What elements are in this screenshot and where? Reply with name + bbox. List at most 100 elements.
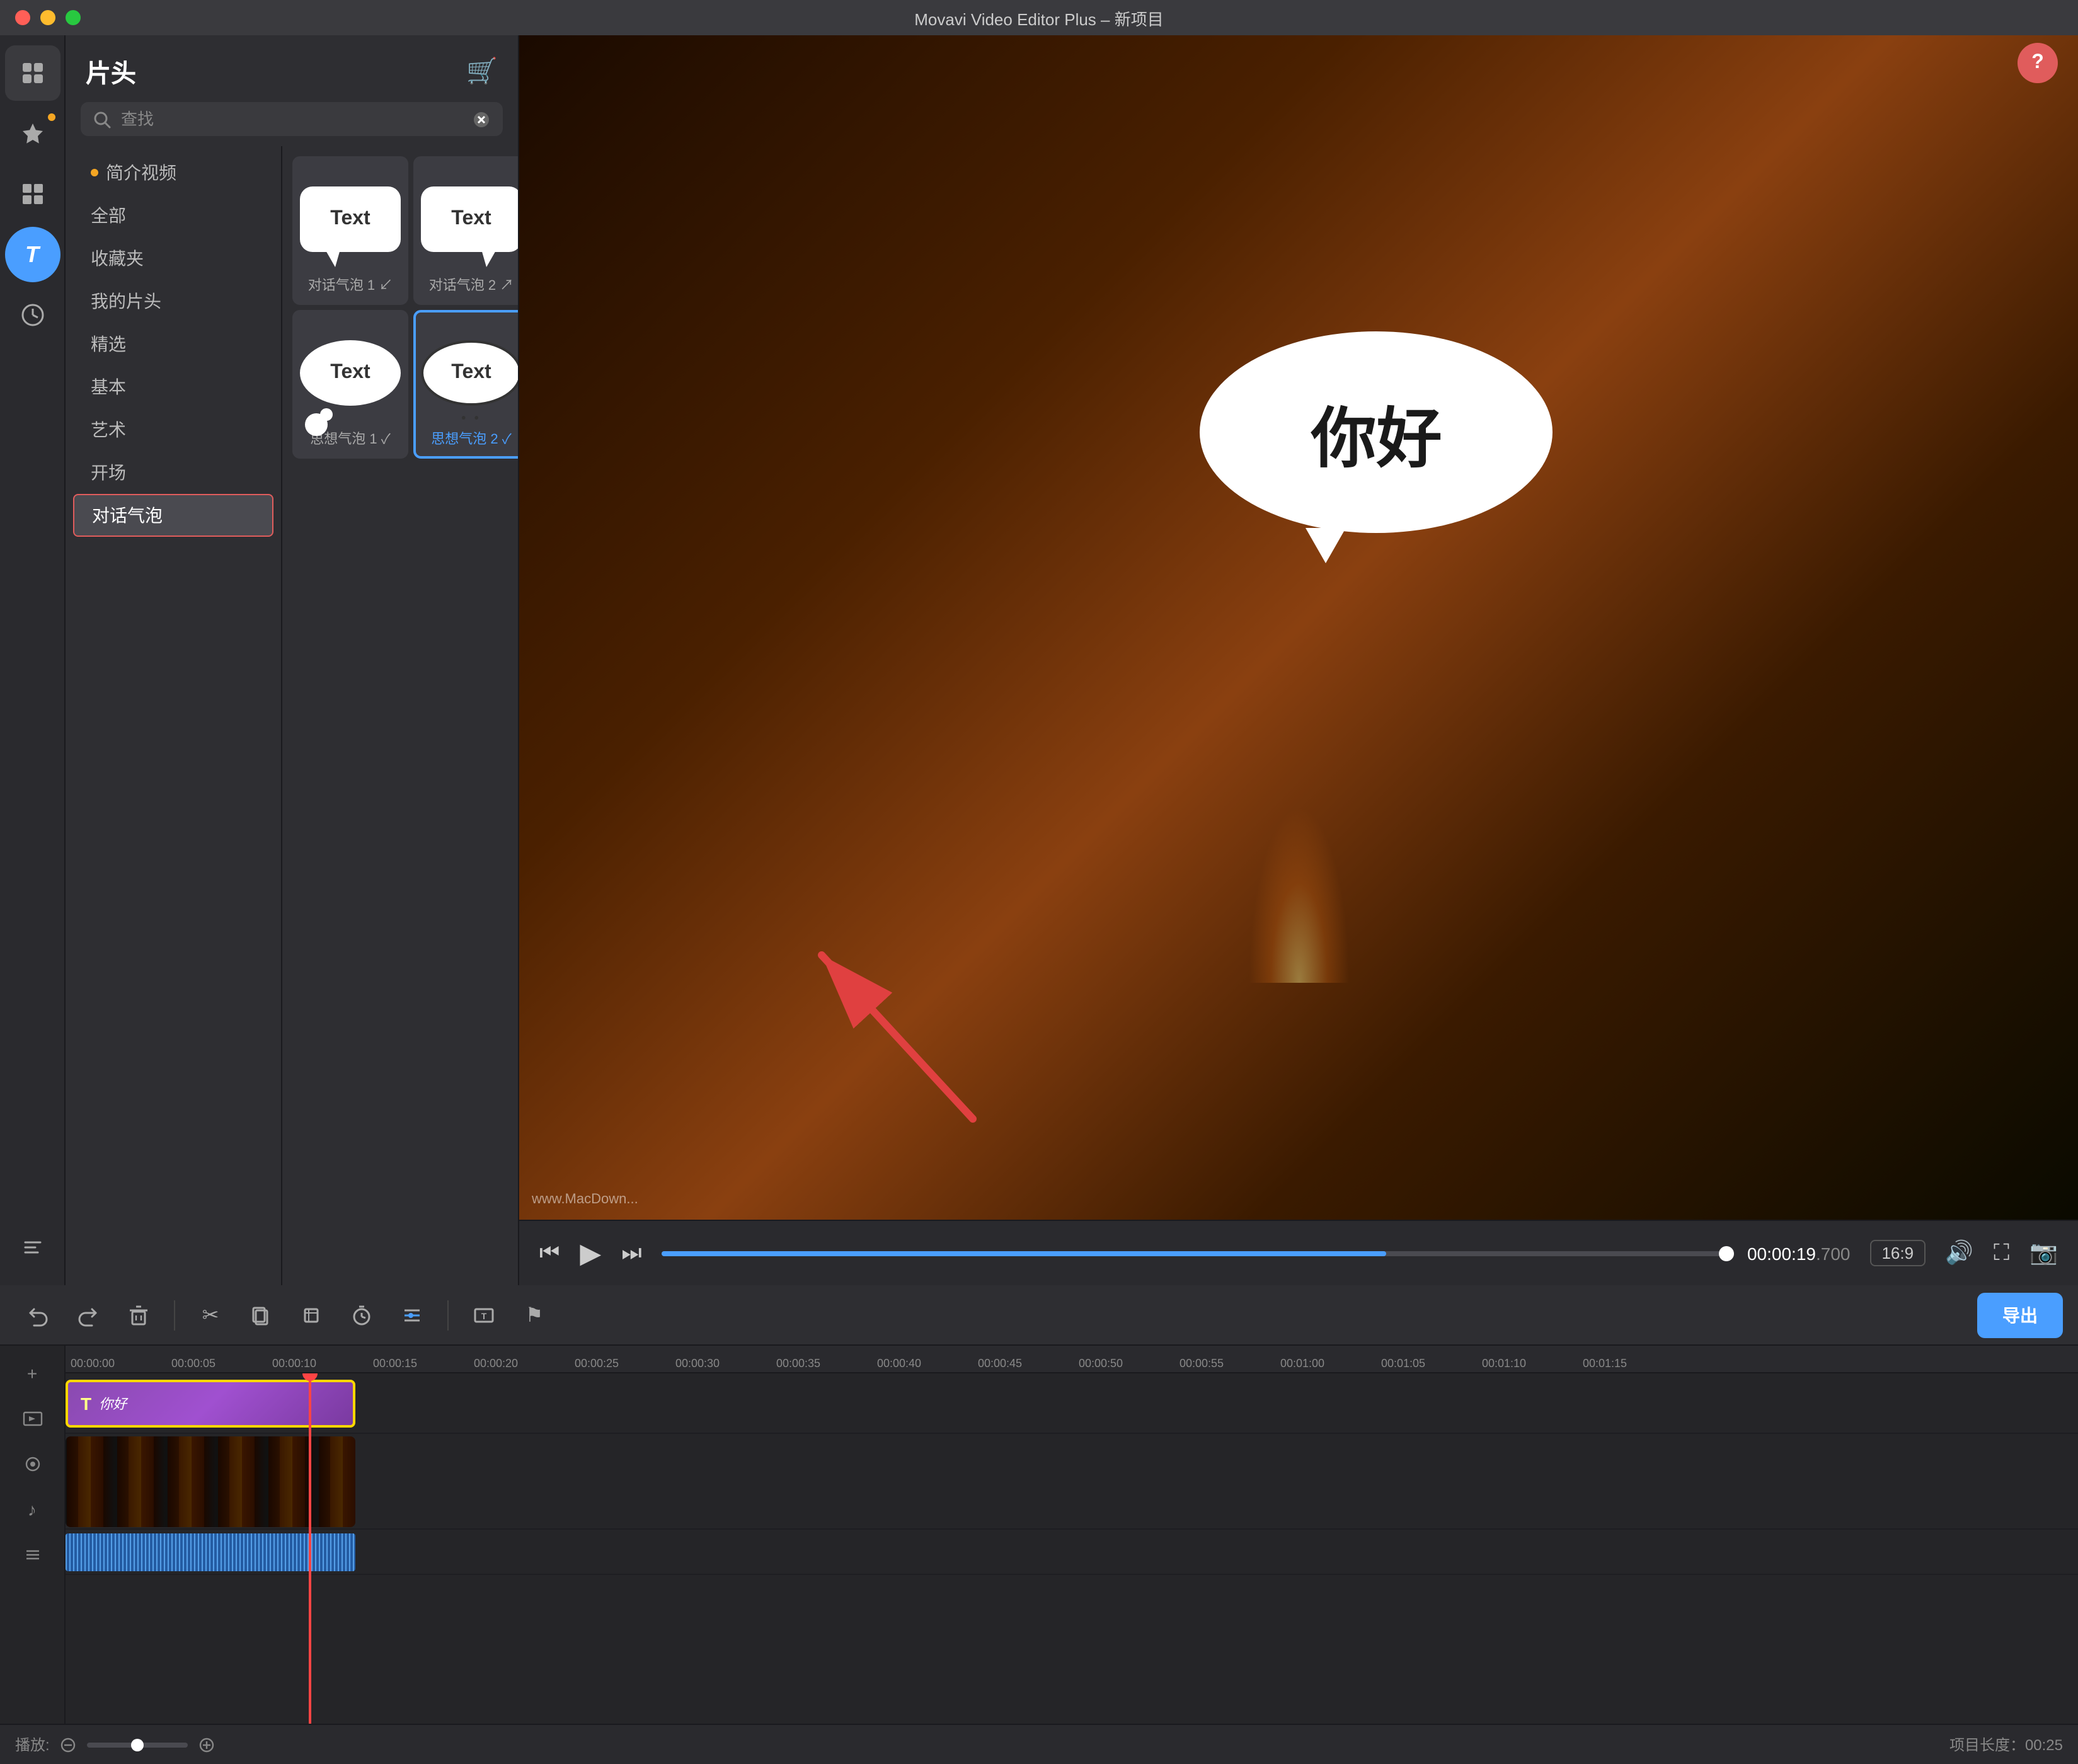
category-item-art[interactable]: 艺术 (66, 408, 281, 451)
video-bubble-text: 你好 (1311, 385, 1442, 479)
sidebar-item-text[interactable]: T (4, 227, 60, 282)
project-length: 项目长度：00:25 (1949, 1734, 2063, 1755)
volume-button[interactable]: 🔊 (1945, 1240, 1973, 1266)
sidebar-item-add[interactable] (4, 45, 60, 101)
progress-bar[interactable] (662, 1251, 1727, 1256)
template-item-think1[interactable]: Text 思想气泡 1 ✓ (292, 310, 408, 459)
category-item-favorites[interactable]: 收藏夹 (66, 237, 281, 280)
sidebar-item-tools[interactable] (4, 1220, 60, 1275)
titlebar: Movavi Video Editor Plus – 新项目 (0, 0, 2078, 35)
category-item-intro-video[interactable]: 简介视频 (66, 151, 281, 194)
minimize-button[interactable] (40, 10, 55, 25)
zoom-thumb (132, 1738, 144, 1751)
search-input[interactable] (121, 110, 462, 129)
export-button[interactable]: 导出 (1977, 1292, 2063, 1337)
redo-button[interactable] (66, 1292, 111, 1337)
template-label: 对话气泡 2 ↗ (429, 275, 514, 295)
timecode-4: 00:00:20 (474, 1357, 518, 1370)
zoom-in-icon[interactable] (198, 1736, 216, 1753)
adjust-button[interactable] (389, 1292, 435, 1337)
zoom-slider[interactable] (88, 1742, 188, 1747)
zoom-out-icon[interactable] (60, 1736, 77, 1753)
category-label: 基本 (91, 374, 126, 399)
text-track-row: T 你好 (66, 1373, 2078, 1434)
close-button[interactable] (15, 10, 30, 25)
audio-waveform (66, 1533, 355, 1571)
clear-icon[interactable] (473, 110, 490, 128)
maximize-button[interactable] (66, 10, 81, 25)
video-speech-bubble: 你好 (1200, 331, 1553, 533)
text-track[interactable]: T 你好 (66, 1379, 355, 1427)
template-label: 思想气泡 2 ✓ (431, 428, 512, 449)
sidebar-item-star[interactable] (4, 106, 60, 161)
skip-back-button[interactable]: ⏮ (539, 1240, 560, 1266)
progress-thumb (1719, 1246, 1735, 1261)
category-label: 对话气泡 (92, 503, 163, 528)
crop-button[interactable] (289, 1292, 334, 1337)
track-icon-layers[interactable] (14, 1537, 50, 1572)
aspect-ratio-selector[interactable]: 16:9 (1870, 1240, 1925, 1266)
help-button[interactable]: ? (2018, 43, 2058, 83)
category-item-my-titles[interactable]: 我的片头 (66, 280, 281, 323)
toolbar: ✂ (0, 1285, 2078, 1346)
category-label: 我的片头 (91, 289, 161, 314)
title-overlay-button[interactable]: T (461, 1292, 507, 1337)
template-item-speech1[interactable]: Text 对话气泡 1 ↙ (292, 156, 408, 305)
timer-button[interactable] (339, 1292, 384, 1337)
preview-area: ? 你好 www.MacDown... (519, 35, 2078, 1285)
category-item-opening[interactable]: 开场 (66, 451, 281, 494)
add-track-button[interactable]: + (14, 1356, 50, 1391)
bubble-speech2-shape: Text (421, 186, 518, 252)
search-icon (93, 110, 111, 128)
template-label: 对话气泡 1 ↙ (308, 275, 393, 295)
video-track[interactable] (66, 1436, 355, 1526)
template-thumb: Text (300, 323, 401, 423)
category-item-basic[interactable]: 基本 (66, 365, 281, 408)
timeline-area: + ♪ (0, 1346, 2078, 1724)
cut-button[interactable]: ✂ (188, 1292, 233, 1337)
category-item-refined[interactable]: 精选 (66, 323, 281, 365)
fountain-light (1248, 806, 1349, 983)
playhead[interactable] (309, 1373, 311, 1724)
sidebar-item-clock[interactable] (4, 287, 60, 343)
timecode-9: 00:00:45 (978, 1357, 1022, 1370)
app-title: Movavi Video Editor Plus – 新项目 (914, 6, 1163, 30)
timecode-14: 00:01:10 (1482, 1357, 1526, 1370)
cart-icon[interactable]: 🛒 (466, 55, 498, 87)
play-pause-button[interactable]: ▶ (580, 1237, 601, 1269)
window-controls[interactable] (15, 10, 81, 25)
fountain-decoration (1173, 781, 1425, 983)
template-thumb: Text (421, 169, 518, 270)
template-item-think2[interactable]: Text 思想气泡 2 ✓ (413, 310, 518, 459)
undo-button[interactable] (15, 1292, 60, 1337)
sidebar-item-grid[interactable] (4, 166, 60, 222)
tracks-container: T 你好 (66, 1373, 2078, 1724)
track-icon-music[interactable]: ♪ (14, 1492, 50, 1527)
category-item-speech-bubble[interactable]: 对话气泡 (73, 494, 273, 537)
screenshot-button[interactable]: 📷 (2029, 1240, 2058, 1266)
fullscreen-button[interactable]: ⛶ (1994, 1240, 2009, 1266)
audio-track-row (66, 1530, 2078, 1575)
bubble-think-shape: Text (300, 340, 401, 406)
timecode-ruler[interactable]: 00:00:00 00:00:05 00:00:10 00:00:15 00:0… (66, 1346, 2078, 1373)
template-thumb: Text (421, 323, 518, 423)
track-icon-audio[interactable] (14, 1446, 50, 1482)
watermark: www.MacDown... (532, 1192, 638, 1207)
timecode-3: 00:00:15 (373, 1357, 417, 1370)
category-label: 艺术 (91, 417, 126, 442)
timecode-1: 00:00:05 (171, 1357, 215, 1370)
track-icon-video[interactable] (14, 1401, 50, 1436)
category-label: 简介视频 (106, 160, 176, 185)
flag-button[interactable]: ⚑ (512, 1292, 557, 1337)
template-item-speech2[interactable]: Text 对话气泡 2 ↗ (413, 156, 518, 305)
skip-forward-button[interactable]: ⏭ (621, 1240, 641, 1266)
text-track-label: 你好 (99, 1393, 127, 1413)
playback-label: 播放: (15, 1734, 50, 1755)
category-item-all[interactable]: 全部 (66, 194, 281, 237)
timecode-6: 00:00:30 (675, 1357, 720, 1370)
video-preview: 你好 www.MacDown... (519, 35, 2078, 1220)
audio-track[interactable] (66, 1533, 355, 1571)
copy-button[interactable] (238, 1292, 284, 1337)
delete-button[interactable] (116, 1292, 161, 1337)
panel-title: 片头 (86, 53, 136, 89)
